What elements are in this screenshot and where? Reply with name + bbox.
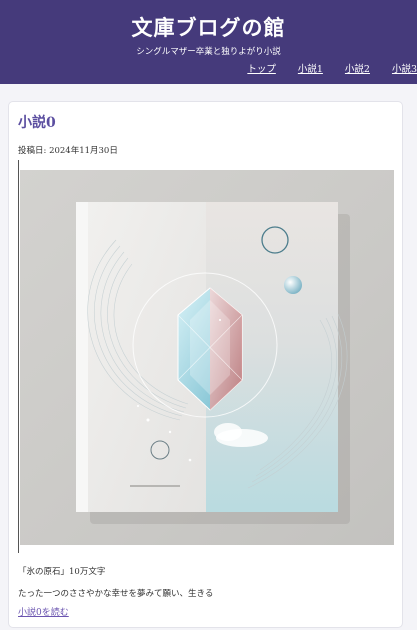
nav-item-novel1[interactable]: 小説1 bbox=[298, 61, 323, 75]
post-title[interactable]: 小説0 bbox=[18, 112, 56, 132]
site-header: 文庫ブログの館 シングルマザー卒業と独りよがり小説 トップ 小説1 小説2 小説… bbox=[0, 0, 417, 84]
nav-item-novel3[interactable]: 小説3 bbox=[392, 61, 417, 75]
book-caption-tagline: たった一つのささやかな幸せを夢みて願い、生きる bbox=[18, 589, 214, 599]
book-caption-title: 「氷の原石」10万文字 bbox=[18, 567, 106, 577]
post-image-frame bbox=[18, 160, 394, 553]
post-card: 小説0 投稿日: 2024年11月30日 「氷の原石」10万文字 たった一つのさ… bbox=[8, 101, 403, 628]
site-subtitle: シングルマザー卒業と独りよがり小説 bbox=[136, 47, 281, 57]
nav-item-top[interactable]: トップ bbox=[247, 61, 276, 75]
site-title[interactable]: 文庫ブログの館 bbox=[0, 12, 417, 42]
book-cover-image[interactable] bbox=[20, 170, 394, 545]
read-more-link[interactable]: 小説0を読む bbox=[18, 605, 69, 618]
book-cover-illustration bbox=[76, 202, 350, 524]
main-nav: トップ 小説1 小説2 小説3 bbox=[225, 61, 417, 75]
post-date: 投稿日: 2024年11月30日 bbox=[18, 146, 118, 156]
nav-item-novel2[interactable]: 小説2 bbox=[345, 61, 370, 75]
